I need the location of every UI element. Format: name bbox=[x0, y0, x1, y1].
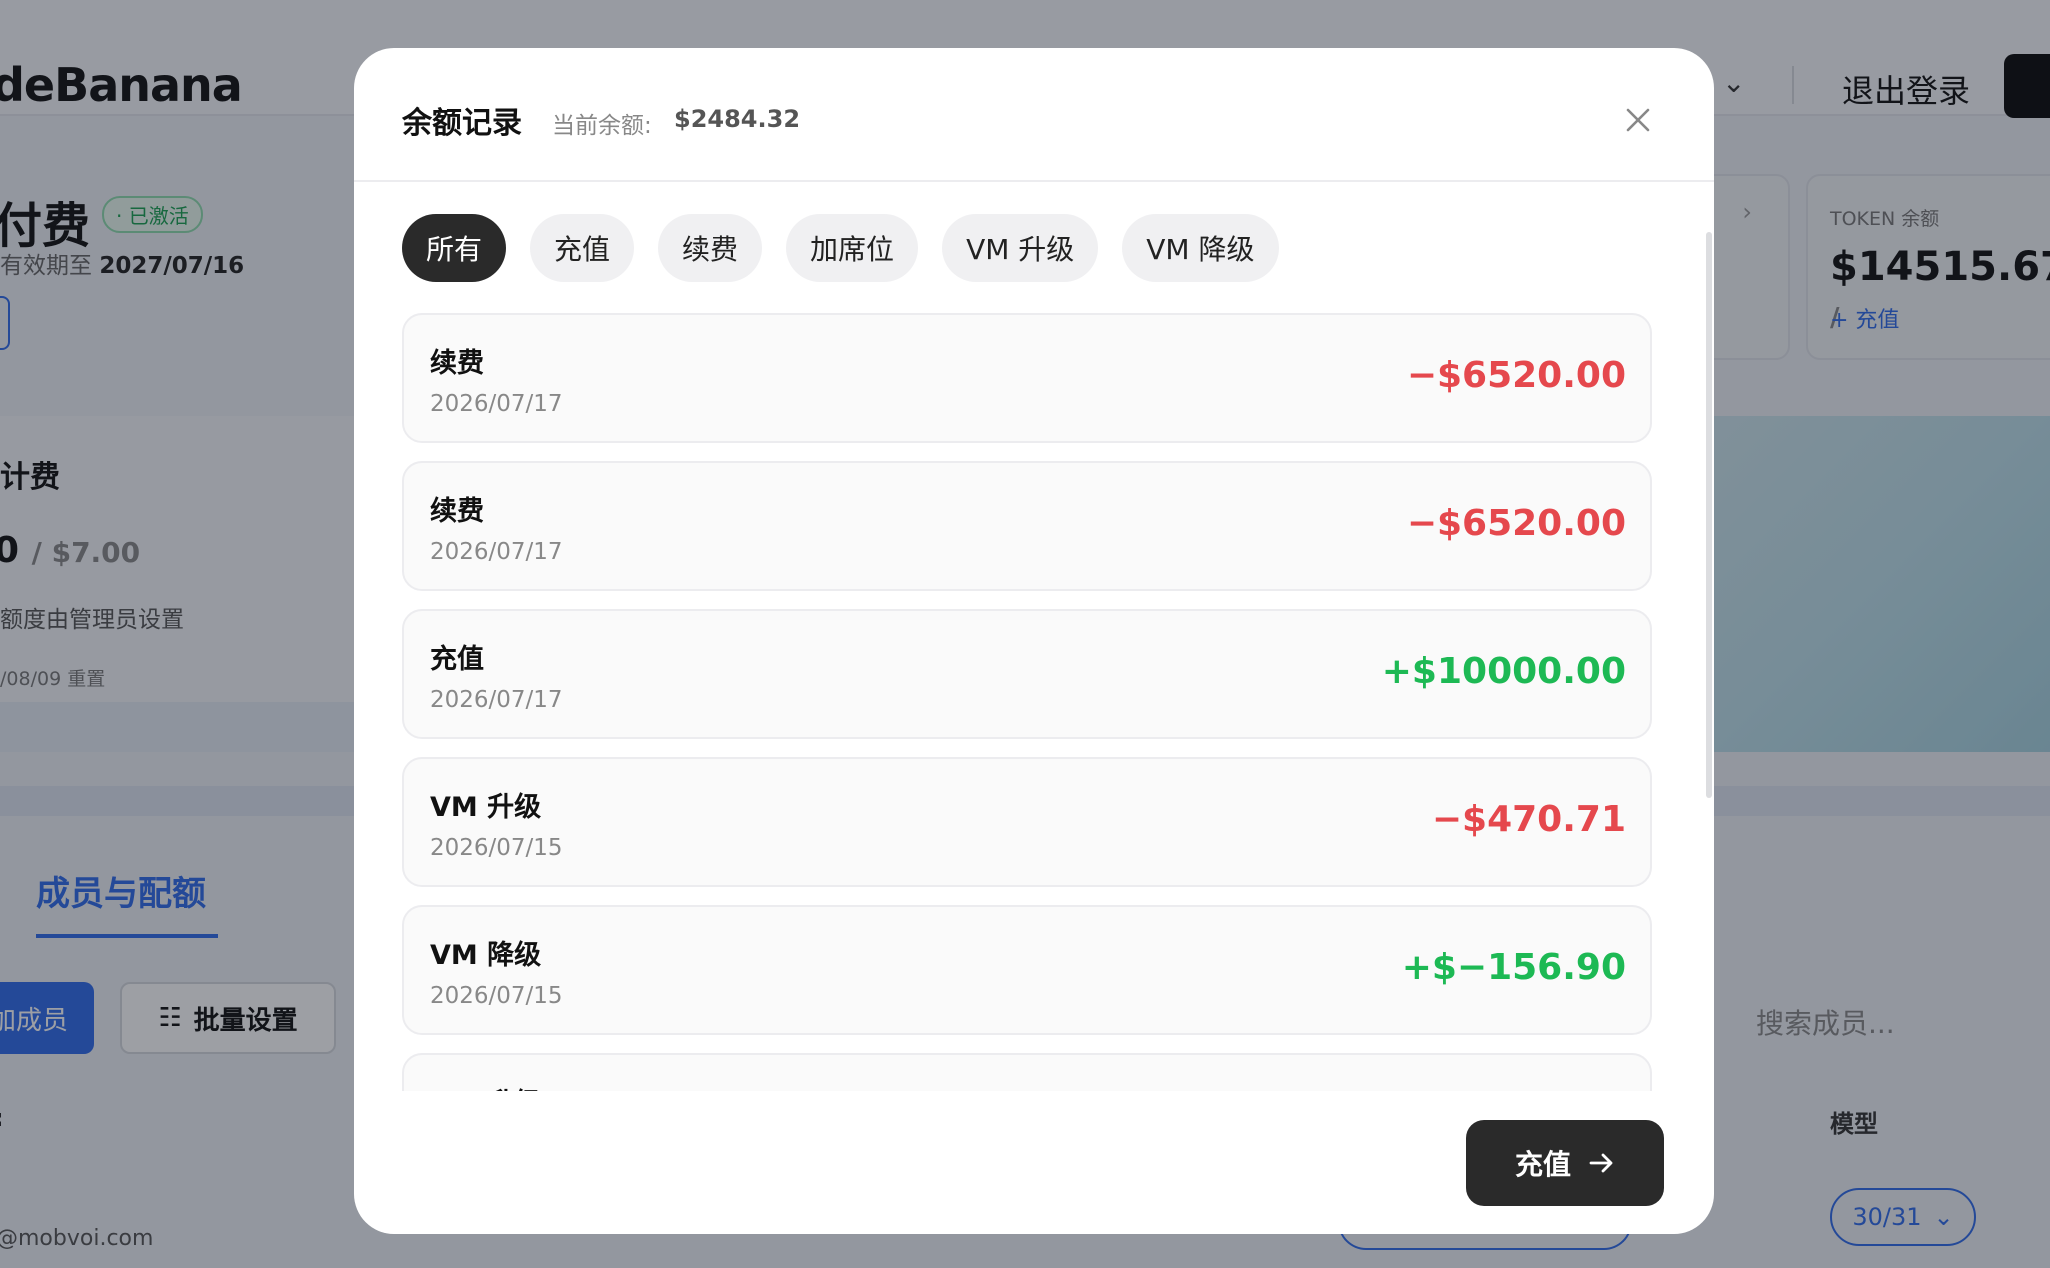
filter-vm-upgrade[interactable]: VM 升级 bbox=[942, 214, 1099, 282]
record-type: 充值 bbox=[430, 644, 484, 675]
list-item: VM 升级 bbox=[402, 1053, 1652, 1091]
filter-all[interactable]: 所有 bbox=[402, 214, 507, 282]
scrollbar[interactable] bbox=[1706, 232, 1712, 798]
close-icon bbox=[1626, 108, 1650, 132]
record-date: 2026/07/17 bbox=[430, 539, 563, 565]
list-item: VM 升级 2026/07/15 −$470.71 bbox=[402, 757, 1652, 887]
recharge-label: 充值 bbox=[1514, 1148, 1571, 1181]
record-type: VM 升级 bbox=[430, 792, 542, 823]
list-item: 续费 2026/07/17 −$6520.00 bbox=[402, 313, 1652, 443]
modal-header: 余额记录 当前余额: $2484.32 bbox=[354, 48, 1714, 182]
record-type: VM 降级 bbox=[430, 940, 542, 971]
record-type: 续费 bbox=[430, 496, 484, 527]
record-date: 2026/07/15 bbox=[430, 835, 563, 861]
filter-recharge[interactable]: 充值 bbox=[530, 214, 635, 282]
balance-label: 当前余额: bbox=[552, 113, 652, 139]
balance-value: $2484.32 bbox=[674, 105, 801, 133]
record-amount: +$10000.00 bbox=[1381, 651, 1626, 692]
close-button[interactable] bbox=[1618, 100, 1658, 140]
filter-add-seat[interactable]: 加席位 bbox=[786, 214, 919, 282]
record-type: 续费 bbox=[430, 348, 484, 379]
arrow-right-icon bbox=[1589, 1153, 1613, 1173]
record-amount: −$6520.00 bbox=[1406, 503, 1626, 544]
record-amount: −$6520.00 bbox=[1406, 355, 1626, 396]
record-date: 2026/07/17 bbox=[430, 687, 563, 713]
record-date: 2026/07/15 bbox=[430, 983, 563, 1009]
record-amount: −$470.71 bbox=[1431, 799, 1626, 840]
list-item: VM 降级 2026/07/15 +$−156.90 bbox=[402, 905, 1652, 1035]
filter-chips: 所有 充值 续费 加席位 VM 升级 VM 降级 bbox=[402, 214, 1279, 282]
record-type: VM 升级 bbox=[430, 1081, 541, 1091]
recharge-button[interactable]: 充值 bbox=[1466, 1120, 1664, 1206]
filter-vm-downgrade[interactable]: VM 降级 bbox=[1122, 214, 1279, 282]
record-amount: +$−156.90 bbox=[1401, 947, 1626, 988]
list-item: 充值 2026/07/17 +$10000.00 bbox=[402, 609, 1652, 739]
filter-renewal[interactable]: 续费 bbox=[658, 214, 763, 282]
record-list[interactable]: 续费 2026/07/17 −$6520.00 续费 2026/07/17 −$… bbox=[402, 313, 1654, 1091]
list-item: 续费 2026/07/17 −$6520.00 bbox=[402, 461, 1652, 591]
modal-title: 余额记录 bbox=[402, 106, 522, 141]
record-date: 2026/07/17 bbox=[430, 391, 563, 417]
balance-history-modal: 余额记录 当前余额: $2484.32 所有 充值 续费 加席位 VM 升级 V… bbox=[354, 48, 1714, 1234]
